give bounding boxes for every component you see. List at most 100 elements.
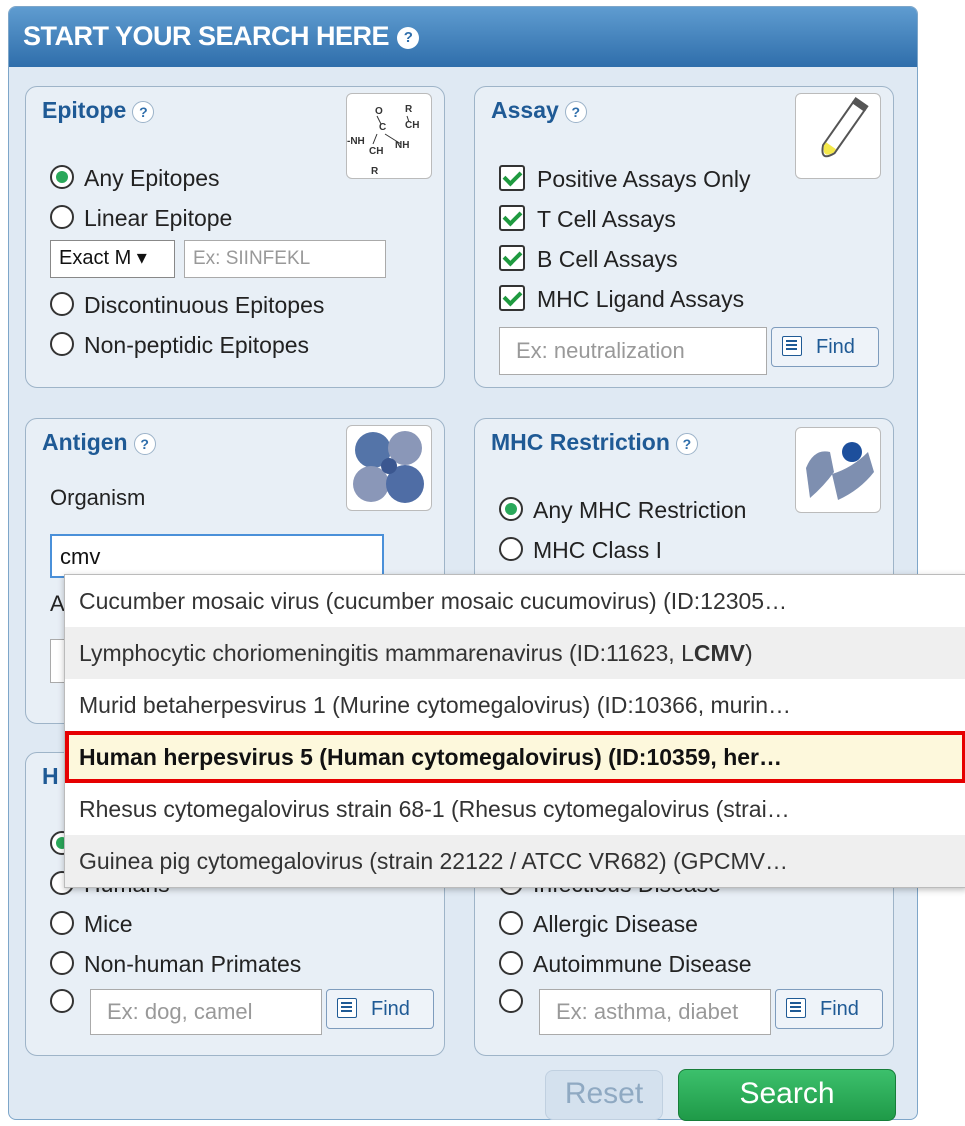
svg-text:-NH: -NH xyxy=(347,136,365,147)
assay-box: Assay? Positive Assays Only T Cell Assay… xyxy=(474,86,894,388)
assay-find-button[interactable]: Find xyxy=(771,327,879,367)
option-text: ) xyxy=(744,640,753,666)
epitope-help-icon[interactable]: ? xyxy=(132,100,155,123)
mhc-molecule-icon xyxy=(795,427,881,513)
radio-icon[interactable] xyxy=(499,989,523,1013)
find-label: Find xyxy=(816,336,855,358)
epitope-title: Epitope? xyxy=(42,97,155,124)
option-label: MHC Class I xyxy=(533,537,663,563)
host-find-button[interactable]: Find xyxy=(326,989,434,1029)
disease-option-autoimmune[interactable]: Autoimmune Disease xyxy=(499,951,752,978)
host-search-input[interactable]: Ex: dog, camel xyxy=(90,989,322,1035)
epitope-option-linear[interactable]: Linear Epitope xyxy=(50,205,232,232)
disease-option-other[interactable] xyxy=(499,989,533,1016)
radio-icon[interactable] xyxy=(50,205,74,229)
radio-icon[interactable] xyxy=(50,911,74,935)
option-label: Discontinuous Epitopes xyxy=(84,292,325,318)
organism-autocomplete-dropdown: Cucumber mosaic virus (cucumber mosaic c… xyxy=(64,574,965,888)
epitope-option-nonpeptidic[interactable]: Non-peptidic Epitopes xyxy=(50,332,309,359)
mhc-title-label: MHC Restriction xyxy=(491,429,670,455)
option-text: Lymphocytic choriomeningitis mammarenavi… xyxy=(79,640,694,666)
mhc-title: MHC Restriction? xyxy=(491,429,698,456)
mhc-help-icon[interactable]: ? xyxy=(675,432,698,455)
assay-check-tcell[interactable]: T Cell Assays xyxy=(499,205,676,233)
list-icon xyxy=(782,336,802,356)
find-label: Find xyxy=(820,998,859,1020)
match-type-select[interactable]: Exact M ▾ xyxy=(50,240,175,278)
mhc-option-any[interactable]: Any MHC Restriction xyxy=(499,497,746,524)
test-tube-icon xyxy=(795,93,881,179)
assay-title-label: Assay xyxy=(491,97,559,123)
list-icon xyxy=(786,998,806,1018)
assay-check-bcell[interactable]: B Cell Assays xyxy=(499,245,678,273)
radio-icon[interactable] xyxy=(499,497,523,521)
svg-text:R: R xyxy=(371,166,379,177)
check-label: B Cell Assays xyxy=(537,246,678,272)
host-title: H xyxy=(42,763,59,789)
autocomplete-option-selected[interactable]: Human herpesvirus 5 (Human cytomegalovir… xyxy=(65,731,965,783)
radio-icon[interactable] xyxy=(50,989,74,1013)
option-label: Linear Epitope xyxy=(84,205,233,231)
antigen-title-label: Antigen xyxy=(42,429,128,455)
option-label: Autoimmune Disease xyxy=(533,951,752,977)
radio-icon[interactable] xyxy=(499,951,523,975)
autocomplete-option[interactable]: Cucumber mosaic virus (cucumber mosaic c… xyxy=(65,575,965,627)
host-option-other[interactable] xyxy=(50,989,84,1016)
option-label: Non-peptidic Epitopes xyxy=(84,332,310,358)
checkbox-icon[interactable] xyxy=(499,245,525,271)
search-button[interactable]: Search xyxy=(678,1069,896,1121)
assay-title: Assay? xyxy=(491,97,587,124)
svg-text:CH: CH xyxy=(369,146,383,157)
option-label: Allergic Disease xyxy=(533,911,698,937)
radio-icon[interactable] xyxy=(499,911,523,935)
panel-header: START YOUR SEARCH HERE? xyxy=(9,7,917,67)
disease-search-input[interactable]: Ex: asthma, diabet xyxy=(539,989,771,1035)
autocomplete-option[interactable]: Rhesus cytomegalovirus strain 68-1 (Rhes… xyxy=(65,783,965,835)
organism-input[interactable]: cmv xyxy=(50,534,384,578)
check-label: MHC Ligand Assays xyxy=(537,286,745,312)
list-icon xyxy=(337,998,357,1018)
option-label: Any Epitopes xyxy=(84,165,220,191)
mhc-option-class-i[interactable]: MHC Class I xyxy=(499,537,662,564)
assay-check-mhc-ligand[interactable]: MHC Ligand Assays xyxy=(499,285,744,313)
panel-title: START YOUR SEARCH HERE xyxy=(23,21,390,51)
svg-text:R: R xyxy=(405,104,413,115)
epitope-option-discontinuous[interactable]: Discontinuous Epitopes xyxy=(50,292,324,319)
reset-button[interactable]: Reset xyxy=(545,1070,663,1120)
epitope-structure-icon: O R C CH -NH CH NH R xyxy=(346,93,432,179)
option-label: Non-human Primates xyxy=(84,951,302,977)
assay-check-positive[interactable]: Positive Assays Only xyxy=(499,165,750,193)
autocomplete-option[interactable]: Murid betaherpesvirus 1 (Murine cytomega… xyxy=(65,679,965,731)
checkbox-icon[interactable] xyxy=(499,165,525,191)
epitope-sequence-input[interactable]: Ex: SIINFEKL xyxy=(184,240,386,278)
host-option-primates[interactable]: Non-human Primates xyxy=(50,951,301,978)
radio-icon[interactable] xyxy=(499,537,523,561)
host-option-mice[interactable]: Mice xyxy=(50,911,133,938)
autocomplete-option[interactable]: Lymphocytic choriomeningitis mammarenavi… xyxy=(65,627,965,679)
epitope-title-label: Epitope xyxy=(42,97,127,123)
radio-icon[interactable] xyxy=(50,165,74,189)
assay-search-input[interactable]: Ex: neutralization xyxy=(499,327,767,375)
option-match-highlight: CMV xyxy=(693,640,745,666)
epitope-option-any[interactable]: Any Epitopes xyxy=(50,165,220,192)
check-label: Positive Assays Only xyxy=(537,166,751,192)
checkbox-icon[interactable] xyxy=(499,205,525,231)
epitope-box: Epitope? O R C CH -NH CH NH R Any Epitopes Line… xyxy=(25,86,445,388)
svg-text:C: C xyxy=(379,122,386,133)
disease-option-allergic[interactable]: Allergic Disease xyxy=(499,911,698,938)
antigen-help-icon[interactable]: ? xyxy=(133,432,156,455)
header-help-icon[interactable]: ? xyxy=(397,26,420,49)
radio-icon[interactable] xyxy=(50,332,74,356)
find-label: Find xyxy=(371,998,410,1020)
check-label: T Cell Assays xyxy=(537,206,676,232)
disease-find-button[interactable]: Find xyxy=(775,989,883,1029)
radio-icon[interactable] xyxy=(50,292,74,316)
assay-help-icon[interactable]: ? xyxy=(564,100,587,123)
antigen-name-label: A xyxy=(50,591,65,616)
svg-text:CH: CH xyxy=(405,120,419,131)
antigen-title: Antigen? xyxy=(42,429,156,456)
radio-icon[interactable] xyxy=(50,951,74,975)
svg-text:O: O xyxy=(375,106,383,117)
autocomplete-option[interactable]: Guinea pig cytomegalovirus (strain 22122… xyxy=(65,835,965,887)
checkbox-icon[interactable] xyxy=(499,285,525,311)
